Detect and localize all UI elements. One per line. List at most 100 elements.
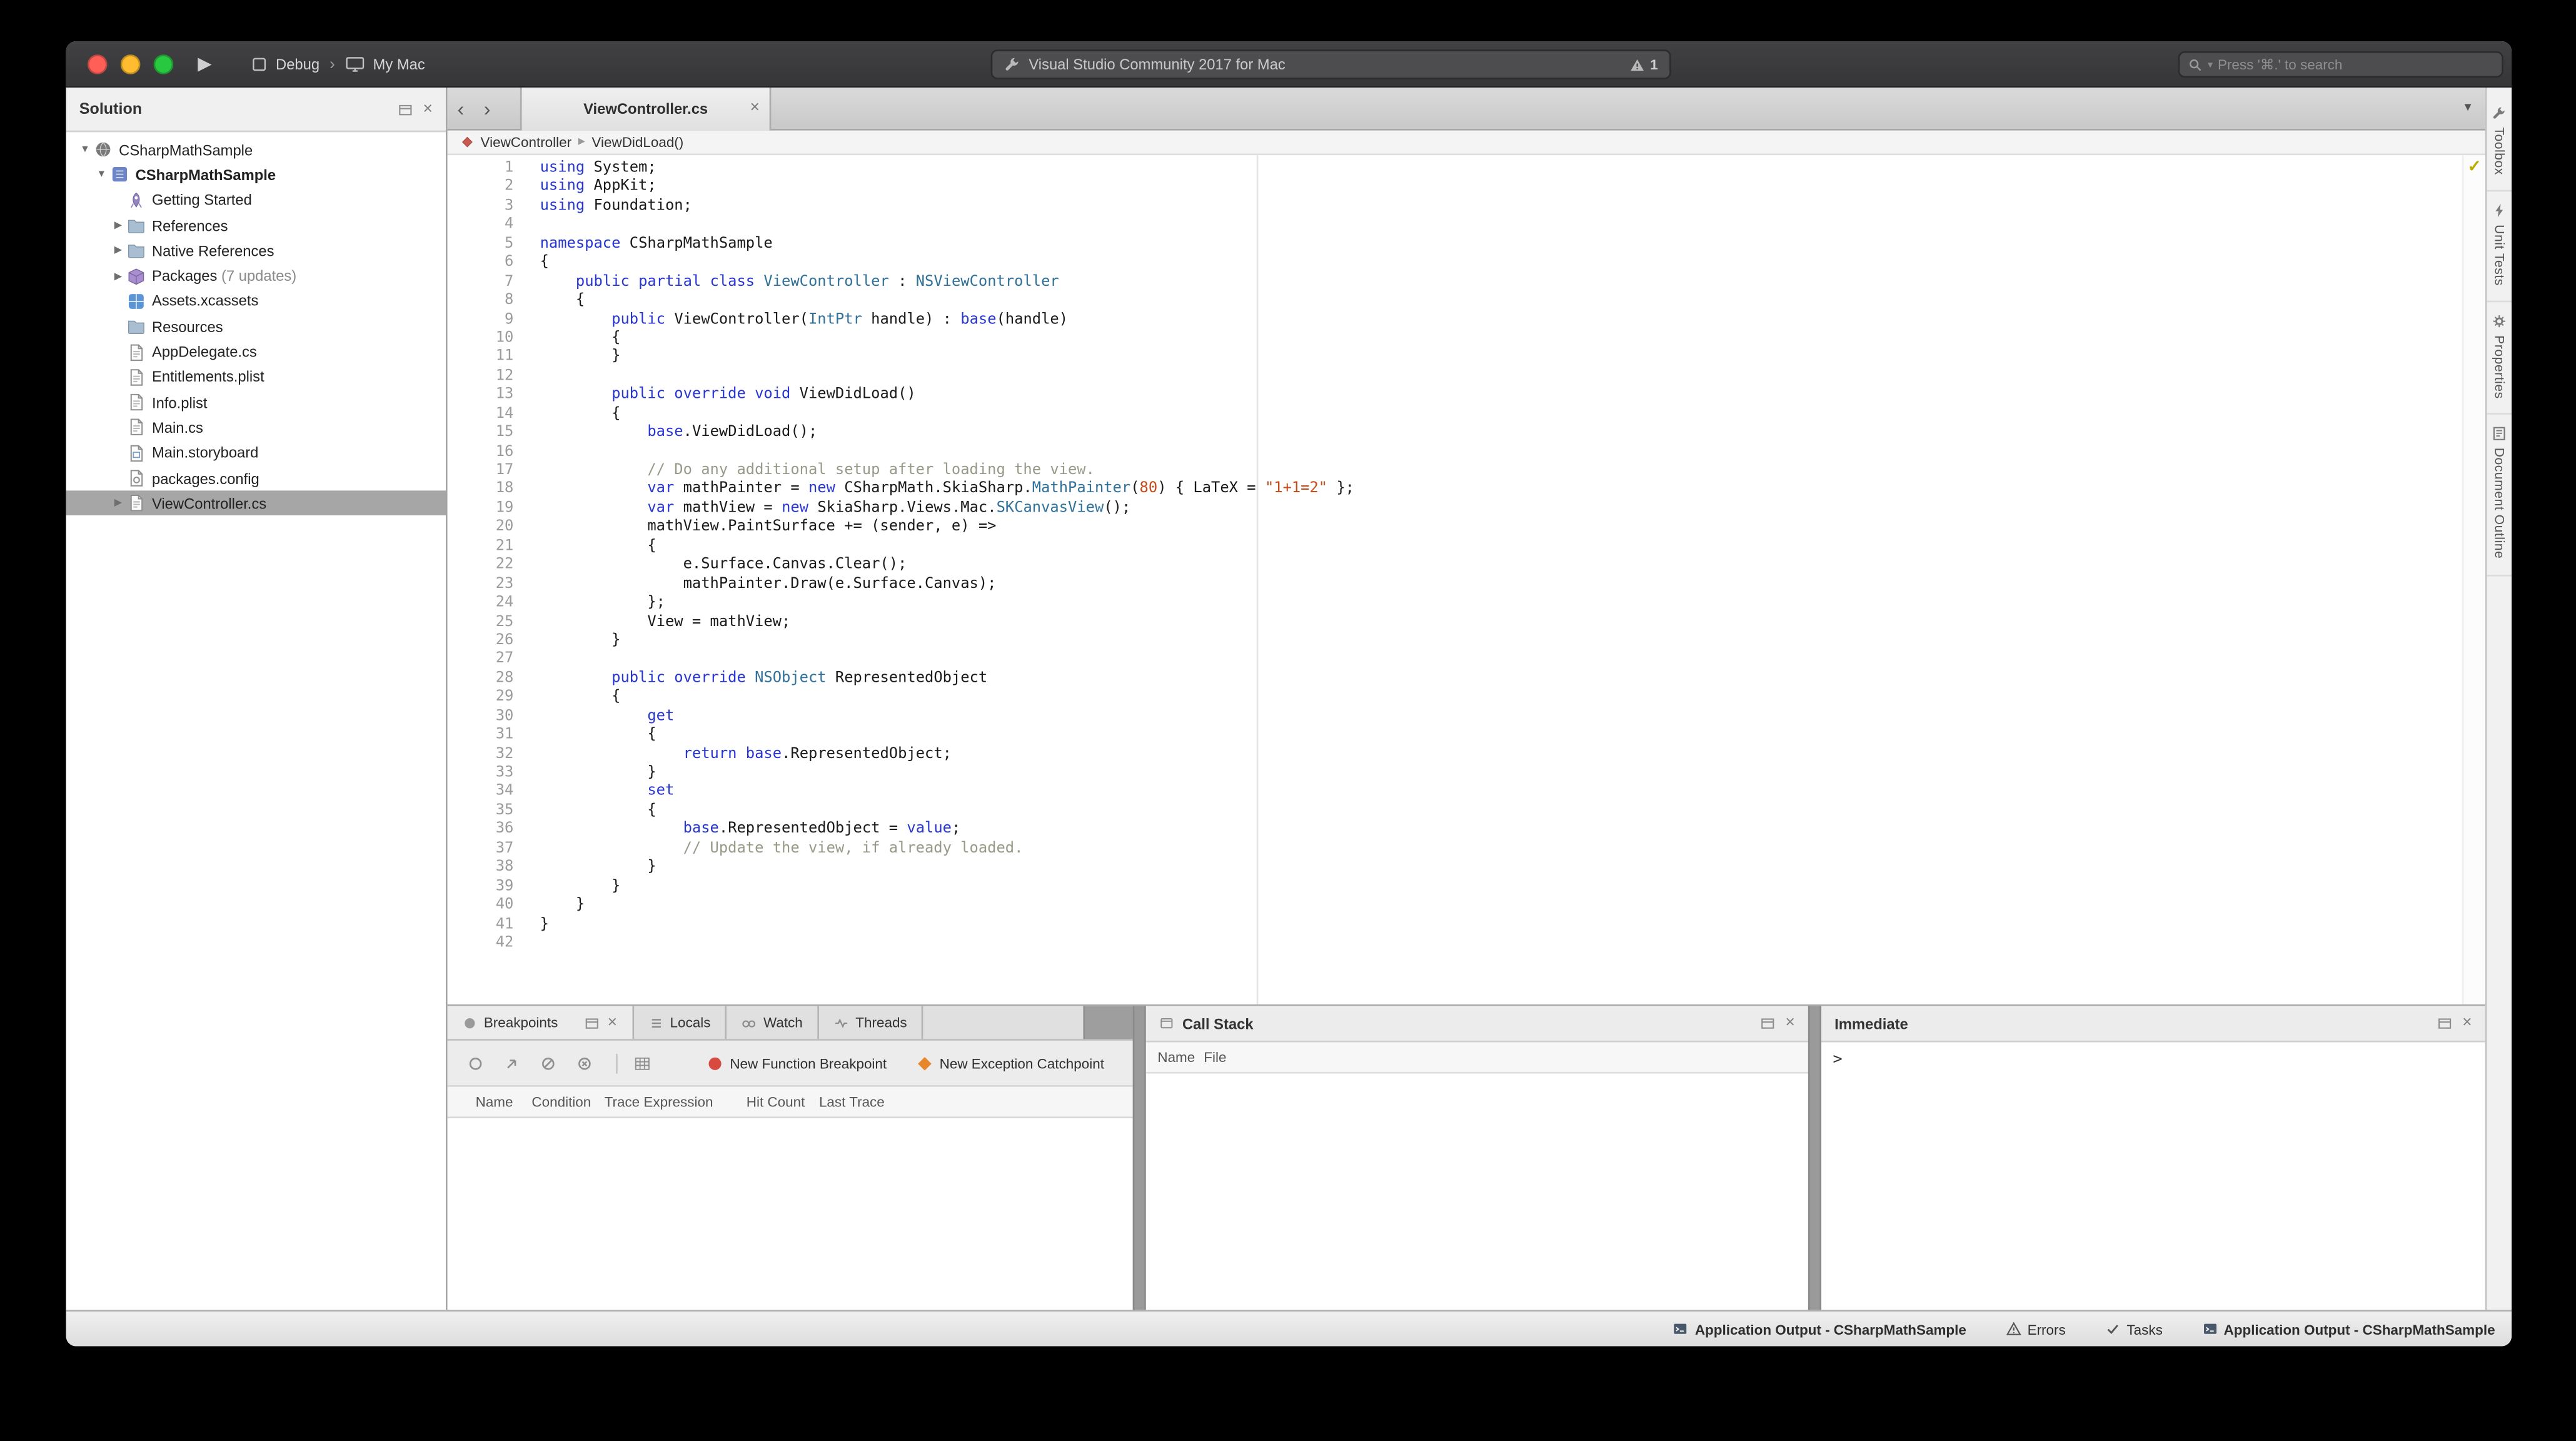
line-number[interactable]: 16 bbox=[448, 443, 527, 462]
line-number[interactable]: 23 bbox=[448, 576, 527, 595]
line-number[interactable]: 24 bbox=[448, 595, 527, 614]
code-line[interactable]: 10 { bbox=[448, 330, 2485, 349]
code-line[interactable]: 39 } bbox=[448, 878, 2485, 897]
tree-item-appdelegate-cs[interactable]: AppDelegate.cs bbox=[66, 339, 446, 364]
line-number[interactable]: 33 bbox=[448, 765, 527, 784]
minimize-window-button[interactable] bbox=[121, 54, 141, 74]
titlebar[interactable]: ▶ Debug › My Mac Visual Studio Community… bbox=[66, 41, 2512, 88]
line-number[interactable]: 40 bbox=[448, 897, 527, 916]
tree-item-assets-xcassets[interactable]: Assets.xcassets bbox=[66, 289, 446, 314]
line-number[interactable]: 35 bbox=[448, 802, 527, 821]
line-number[interactable]: 18 bbox=[448, 482, 527, 500]
code-line[interactable]: 14 { bbox=[448, 406, 2485, 425]
line-number[interactable]: 36 bbox=[448, 821, 527, 840]
tree-item-packages[interactable]: ▶Packages (7 updates) bbox=[66, 263, 446, 288]
close-icon[interactable]: × bbox=[750, 99, 759, 117]
code-line[interactable]: 42 bbox=[448, 935, 2485, 954]
line-number[interactable]: 2 bbox=[448, 179, 527, 198]
code-line[interactable]: 9 public ViewController(IntPtr handle) :… bbox=[448, 311, 2485, 330]
navigate-forward-button[interactable]: › bbox=[474, 96, 500, 119]
line-number[interactable]: 22 bbox=[448, 557, 527, 576]
build-status-pill[interactable]: Visual Studio Community 2017 for Mac 1 bbox=[991, 49, 1671, 79]
tree-item-native-references[interactable]: ▶Native References bbox=[66, 238, 446, 263]
dock-tab-unit-tests[interactable]: Unit Tests bbox=[2487, 191, 2512, 302]
close-icon[interactable]: × bbox=[608, 1015, 617, 1030]
tab-watch[interactable]: Watch bbox=[727, 1006, 819, 1039]
code-line[interactable]: 30 get bbox=[448, 708, 2485, 727]
line-number[interactable]: 32 bbox=[448, 746, 527, 765]
code-line[interactable]: 20 mathView.PaintSurface += (sender, e) … bbox=[448, 519, 2485, 538]
line-number[interactable]: 26 bbox=[448, 632, 527, 651]
code-line[interactable]: 11 } bbox=[448, 349, 2485, 368]
tab-threads[interactable]: Threads bbox=[819, 1006, 923, 1039]
dock-tab-toolbox[interactable]: Toolbox bbox=[2487, 94, 2512, 192]
global-search-field[interactable]: ▾ bbox=[2178, 51, 2503, 78]
code-line[interactable]: 3using Foundation; bbox=[448, 198, 2485, 217]
expander-icon[interactable]: ▶ bbox=[109, 220, 127, 231]
code-line[interactable]: 12 bbox=[448, 368, 2485, 387]
code-line[interactable]: 17 // Do any additional setup after load… bbox=[448, 462, 2485, 481]
column-header-condition[interactable]: Condition bbox=[531, 1093, 604, 1110]
pad-splitter[interactable] bbox=[1808, 1006, 1821, 1310]
status-item-application-output-csharpmathsample[interactable]: Application Output - CSharpMathSample bbox=[2202, 1320, 2495, 1337]
dock-icon[interactable] bbox=[1761, 1016, 1776, 1031]
warning-badge[interactable]: 1 bbox=[1630, 51, 1658, 78]
code-line[interactable]: 33 } bbox=[448, 765, 2485, 784]
code-line[interactable]: 32 return base.RepresentedObject; bbox=[448, 746, 2485, 765]
code-line[interactable]: 2using AppKit; bbox=[448, 179, 2485, 198]
code-line[interactable]: 37 // Update the view, if already loaded… bbox=[448, 841, 2485, 859]
column-header-hit-count[interactable]: Hit Count bbox=[747, 1093, 819, 1110]
breadcrumb-member[interactable]: ViewDidLoad() bbox=[591, 134, 683, 150]
dock-icon[interactable] bbox=[398, 101, 413, 116]
status-item-tasks[interactable]: Tasks bbox=[2105, 1320, 2163, 1337]
tree-item-csharpmathsample[interactable]: ▼CSharpMathSample bbox=[66, 137, 446, 162]
line-number[interactable]: 1 bbox=[448, 160, 527, 179]
line-number[interactable]: 21 bbox=[448, 538, 527, 557]
code-line[interactable]: 24 }; bbox=[448, 595, 2485, 614]
line-number[interactable]: 39 bbox=[448, 878, 527, 897]
go-to-breakpoint-icon[interactable] bbox=[504, 1054, 520, 1071]
search-input[interactable] bbox=[2218, 56, 2493, 73]
line-number[interactable]: 30 bbox=[448, 708, 527, 727]
line-number[interactable]: 12 bbox=[448, 368, 527, 387]
tree-item-csharpmathsample[interactable]: ▼CSharpMathSample bbox=[66, 163, 446, 188]
configuration-selector[interactable]: Debug bbox=[276, 56, 319, 73]
breadcrumb-class[interactable]: ViewController bbox=[481, 134, 572, 150]
tree-item-entitlements-plist[interactable]: Entitlements.plist bbox=[66, 365, 446, 390]
code-line[interactable]: 13 public override void ViewDidLoad() bbox=[448, 387, 2485, 406]
dock-tab-properties[interactable]: Properties bbox=[2487, 302, 2512, 415]
tree-item-references[interactable]: ▶References bbox=[66, 213, 446, 238]
code-line[interactable]: 7 public partial class ViewController : … bbox=[448, 273, 2485, 292]
dock-icon[interactable] bbox=[2438, 1016, 2453, 1031]
device-selector[interactable]: My Mac bbox=[373, 56, 425, 73]
expander-icon[interactable]: ▶ bbox=[109, 270, 127, 281]
code-line[interactable]: 8 { bbox=[448, 293, 2485, 311]
run-button[interactable]: ▶ bbox=[191, 51, 218, 78]
line-number[interactable]: 14 bbox=[448, 406, 527, 425]
expander-icon[interactable]: ▶ bbox=[109, 498, 127, 509]
code-line[interactable]: 6{ bbox=[448, 255, 2485, 273]
line-number[interactable]: 6 bbox=[448, 255, 527, 273]
remove-breakpoint-icon[interactable] bbox=[576, 1054, 593, 1071]
code-line[interactable]: 27 bbox=[448, 652, 2485, 670]
columns-icon[interactable] bbox=[634, 1054, 650, 1071]
line-number[interactable]: 10 bbox=[448, 330, 527, 349]
close-icon[interactable]: × bbox=[1785, 1016, 1794, 1031]
call-stack-header[interactable]: Call Stack × bbox=[1146, 1006, 1808, 1042]
expander-icon[interactable]: ▼ bbox=[76, 144, 94, 154]
new-exception-catchpoint-button[interactable]: New Exception Catchpoint bbox=[917, 1054, 1104, 1071]
tree-item-main-storyboard[interactable]: Main.storyboard bbox=[66, 440, 446, 465]
tree-item-info-plist[interactable]: Info.plist bbox=[66, 390, 446, 415]
code-line[interactable]: 19 var mathView = new SkiaSharp.Views.Ma… bbox=[448, 500, 2485, 519]
tree-item-viewcontroller-cs[interactable]: ▶ViewController.cs bbox=[66, 491, 446, 516]
breakpoints-list[interactable] bbox=[448, 1118, 1133, 1310]
close-icon[interactable]: × bbox=[2462, 1016, 2472, 1031]
line-number[interactable]: 42 bbox=[448, 935, 527, 954]
line-number[interactable]: 27 bbox=[448, 652, 527, 670]
immediate-header[interactable]: Immediate × bbox=[1821, 1006, 2485, 1042]
line-number[interactable]: 4 bbox=[448, 217, 527, 236]
code-line[interactable]: 1using System; bbox=[448, 160, 2485, 179]
code-line[interactable]: 16 bbox=[448, 443, 2485, 462]
expander-icon[interactable]: ▼ bbox=[93, 170, 111, 180]
status-item-errors[interactable]: Errors bbox=[2006, 1320, 2065, 1337]
